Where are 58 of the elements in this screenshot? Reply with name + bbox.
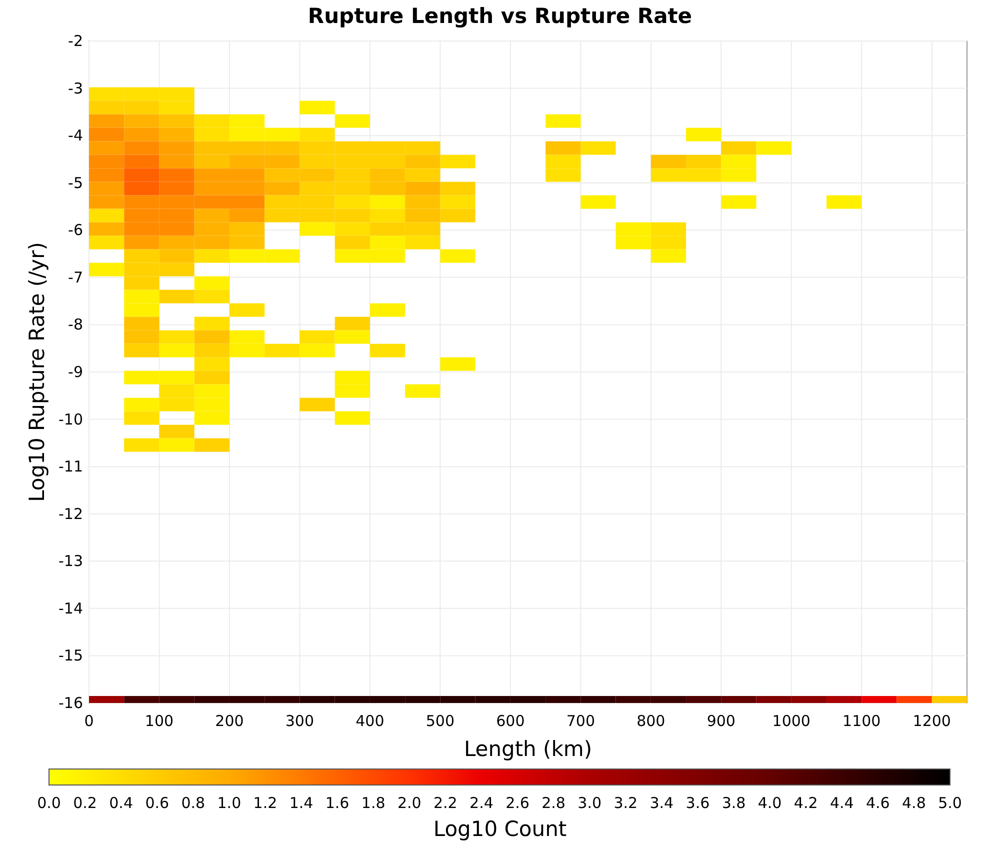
colorbar-tick-label: 3.8 <box>722 794 746 812</box>
colorbar-tick-label: 4.2 <box>794 794 818 812</box>
y-tick-label: -12 <box>58 504 83 523</box>
colorbar-tick-label: 0.4 <box>109 794 133 812</box>
colorbar-tick-label: 1.0 <box>217 794 242 812</box>
colorbar-tick-label: 4.8 <box>902 794 926 812</box>
colorbar-tick-label: 2.4 <box>470 794 494 812</box>
y-tick-label: -13 <box>58 552 83 570</box>
colorbar-tick-label: 0.0 <box>37 794 61 812</box>
colorbar-tick-label: 3.4 <box>650 794 674 812</box>
x-tick-label: 1200 <box>912 712 951 730</box>
x-tick-label: 1000 <box>772 712 810 730</box>
x-tick-label: 1100 <box>842 712 881 730</box>
colorbar-tick-label: 4.0 <box>758 794 782 812</box>
colorbar-tick-label: 3.6 <box>686 794 710 812</box>
x-axis-label: Length (km) <box>464 737 592 761</box>
y-tick-label: -7 <box>68 268 83 286</box>
chart-title: Rupture Length vs Rupture Rate <box>308 4 692 28</box>
colorbar-tick-label: 2.8 <box>542 794 566 812</box>
y-tick-label: -11 <box>58 458 83 476</box>
x-tick-label: 0 <box>84 712 94 730</box>
colorbar-tick-label: 0.2 <box>73 794 97 812</box>
colorbar-tick-label: 4.4 <box>830 794 854 812</box>
x-tick-label: 100 <box>144 712 174 730</box>
y-tick-label: -10 <box>58 410 83 428</box>
y-tick-label: -6 <box>68 221 83 240</box>
colorbar-tick-label: 1.2 <box>253 794 278 812</box>
x-tick-label: 600 <box>496 712 525 730</box>
x-tick-label: 800 <box>636 712 666 730</box>
y-tick-label: -14 <box>58 599 83 618</box>
colorbar-tick-label: 4.6 <box>866 794 890 812</box>
colorbar-tick-label: 5.0 <box>938 794 962 812</box>
x-tick-label: 300 <box>285 712 314 730</box>
colorbar-tick-label: 3.2 <box>614 794 638 812</box>
colorbar-tick-label: 0.6 <box>145 794 170 812</box>
x-tick-label: 700 <box>566 712 595 730</box>
y-tick-label: -2 <box>68 32 83 50</box>
y-tick-label: -9 <box>68 363 83 381</box>
colorbar-tick-label: 1.6 <box>325 794 350 812</box>
colorbar-tick-label: 2.0 <box>397 794 422 812</box>
colorbar-tick-label: 1.8 <box>361 794 386 812</box>
x-tick-label: 500 <box>426 712 455 730</box>
y-tick-label: -5 <box>68 174 83 192</box>
x-tick-label: 200 <box>215 712 244 730</box>
y-tick-label: -3 <box>68 79 83 98</box>
colorbar-tick-label: 0.8 <box>181 794 206 812</box>
colorbar-tick-label: 2.2 <box>434 794 458 812</box>
colorbar-label: Log10 Count <box>433 817 567 841</box>
y-tick-label: -16 <box>58 694 83 712</box>
colorbar-tick-label: 3.0 <box>578 794 602 812</box>
y-tick-label: -15 <box>58 646 83 665</box>
x-tick-label: 900 <box>706 712 736 730</box>
colorbar-tick-label: 1.4 <box>289 794 314 812</box>
y-axis-label: Log10 Rupture Rate (/yr) <box>25 242 49 502</box>
colorbar-tick-label: 2.6 <box>506 794 530 812</box>
y-tick-label: -4 <box>68 126 83 145</box>
y-tick-label: -8 <box>68 316 83 334</box>
x-tick-label: 400 <box>356 712 384 730</box>
